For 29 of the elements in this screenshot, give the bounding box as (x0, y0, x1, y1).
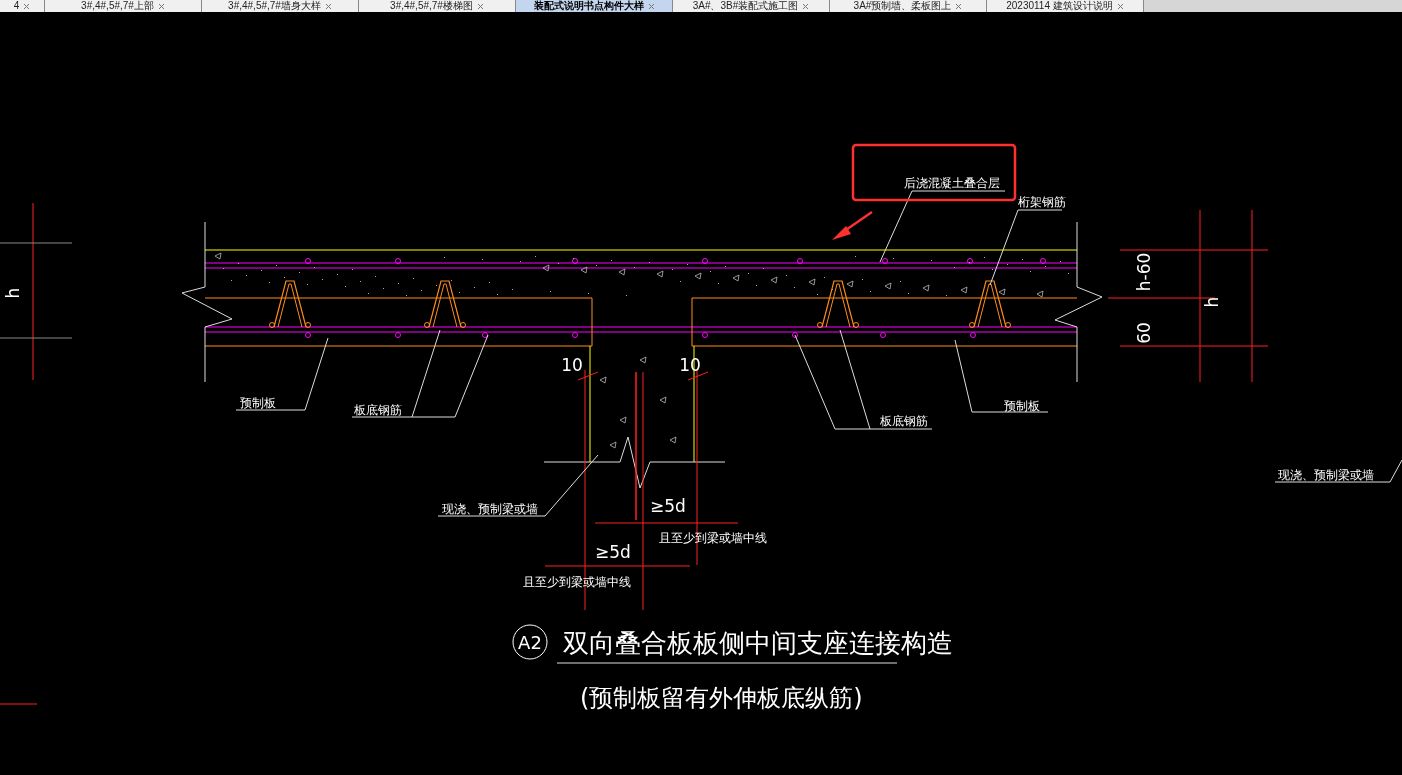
document-tab[interactable]: 4 (0, 0, 45, 12)
dimension-label: 10 (561, 355, 583, 375)
document-tab[interactable]: 装配式说明书点构件大样 (516, 0, 673, 12)
document-tab[interactable]: 20230114 建筑设计说明 (987, 0, 1144, 12)
annotation-label: 且至少到梁或墙中线 (659, 531, 767, 545)
annotation-label: 预制板 (1004, 399, 1040, 413)
dimension-label: ≥5d (650, 496, 686, 516)
annotation-label: 预制板 (240, 396, 276, 410)
annotation-label: 后浇混凝土叠合层 (904, 176, 1000, 190)
detail-title: 双向叠合板板侧中间支座连接构造 (563, 628, 953, 658)
detail-marker: A2 (518, 632, 542, 653)
annotation-label: 板底钢筋 (354, 403, 402, 417)
annotation-label: 现浇、预制梁或墙 (1278, 468, 1374, 482)
dimension-label: 60 (1134, 322, 1154, 344)
dimension-label: ≥5d (595, 542, 631, 562)
document-tab[interactable]: 3A#、3B#装配式施工图 (673, 0, 830, 12)
document-tab[interactable]: 3#,4#,5#,7#上部 (45, 0, 202, 12)
dimension-label: h (1202, 296, 1222, 308)
annotation-label: 桁架钢筋 (1018, 195, 1066, 209)
document-tab[interactable]: 3#,4#,5#,7#墙身大样 (202, 0, 359, 12)
dimension-label: h-60 (1134, 252, 1154, 292)
dimension-label: 10 (679, 355, 701, 375)
document-tab[interactable]: 3#,4#,5#,7#楼梯图 (359, 0, 516, 12)
annotation-label: 板底钢筋 (880, 414, 928, 428)
annotation-label: 现浇、预制梁或墙 (442, 502, 538, 516)
annotation-label: 且至少到梁或墙中线 (523, 575, 631, 589)
dimension-label: h (3, 287, 23, 299)
document-tab[interactable]: 3A#预制墙、柔板图上 (830, 0, 987, 12)
detail-subtitle: (预制板留有外伸板底纵筋) (580, 684, 863, 712)
